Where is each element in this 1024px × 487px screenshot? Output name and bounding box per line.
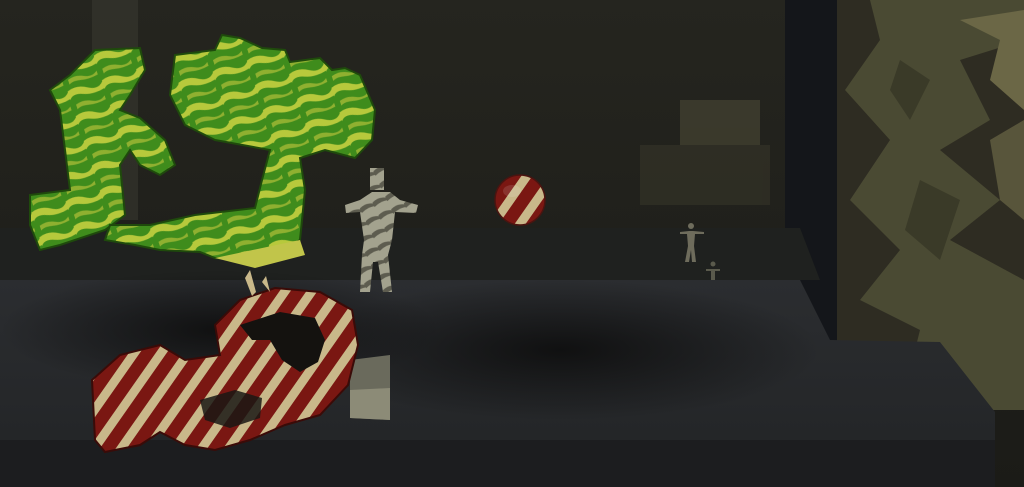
game-viewport[interactable] <box>0 0 1024 487</box>
scene-canvas[interactable] <box>0 0 1024 487</box>
floor-front-edge <box>0 440 995 487</box>
gray-block[interactable] <box>350 355 390 420</box>
striped-sphere[interactable] <box>494 174 546 226</box>
